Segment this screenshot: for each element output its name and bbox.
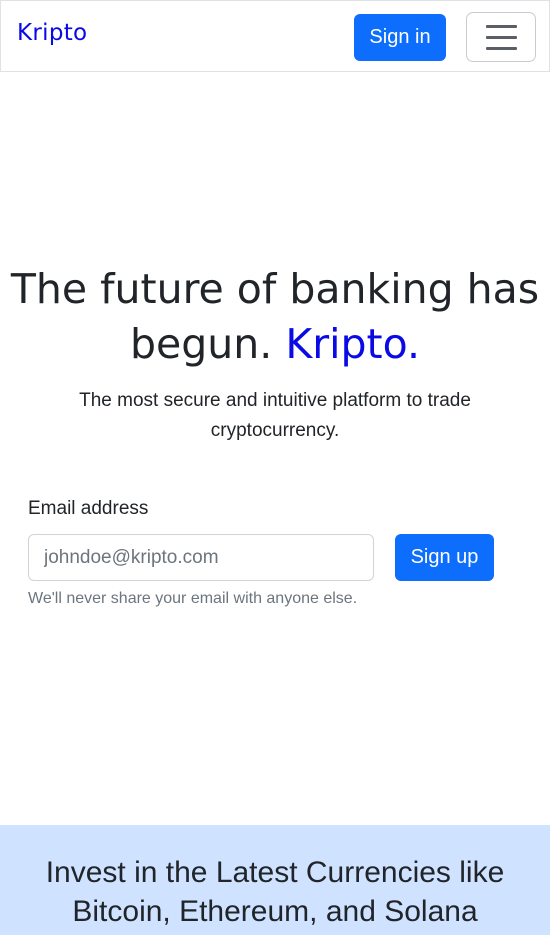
hamburger-menu-icon-line <box>485 46 517 50</box>
hero-title: The future of banking has begun. Kripto. <box>0 262 550 372</box>
email-input[interactable] <box>28 534 374 581</box>
hero-title-main: The future of banking has begun. <box>10 265 540 368</box>
sign-up-button[interactable]: Sign up <box>395 534 494 581</box>
email-help-text: We'll never share your email with anyone… <box>28 590 358 607</box>
hamburger-menu-icon-line <box>485 35 517 39</box>
invest-title: Invest in the Latest Currencies like Bit… <box>45 856 505 928</box>
hero-subtitle: The most secure and intuitive platform t… <box>79 390 471 441</box>
email-label: Email address <box>28 498 149 519</box>
menu-toggle-button[interactable] <box>466 12 536 62</box>
sign-in-button[interactable]: Sign in <box>354 14 446 61</box>
brand-logo[interactable]: Kripto <box>17 20 87 46</box>
hamburger-menu-icon <box>485 24 517 28</box>
hero-title-accent: Kripto. <box>285 320 420 368</box>
navbar: Kripto Sign in <box>0 0 550 72</box>
invest-section: Invest in the Latest Currencies like Bit… <box>0 825 550 935</box>
